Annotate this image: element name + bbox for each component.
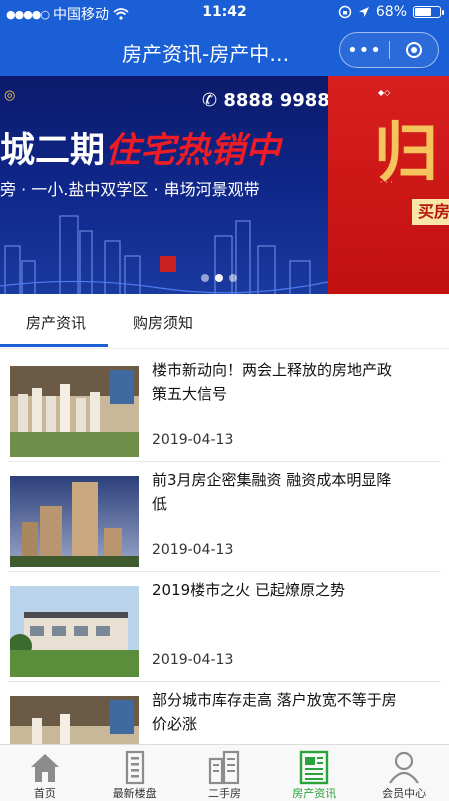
banner-slide[interactable]: ◎ ✆ 8888 9988 城二期住宅热销中 旁 · 一小.盐中双学区 · 串场… — [0, 76, 328, 294]
page-title: 房产资讯-房产中… — [122, 42, 290, 66]
active-tab-indicator — [0, 344, 108, 347]
banner-carousel[interactable]: ◎ ✆ 8888 9988 城二期住宅热销中 旁 · 一小.盐中双学区 · 串场… — [0, 76, 449, 294]
article-thumbnail — [10, 586, 139, 677]
tabbar-home[interactable]: 首页 — [0, 745, 90, 801]
user-icon — [389, 751, 419, 784]
tabbar-member-center[interactable]: 会员中心 — [359, 745, 449, 801]
building-icon — [125, 750, 144, 785]
banner-slide-next[interactable]: ◆◇ 归 · · · 买房 — [328, 76, 449, 294]
top-bar: ●●●●○ 中国移动 11:42 68% 房产资讯-房产中… ••• — [0, 0, 449, 76]
home-icon — [30, 754, 59, 782]
tabbar-label: 首页 — [33, 787, 56, 800]
list-item[interactable]: 前3月房企密集融资 融资成本明显降低 2019-04-13 — [8, 462, 441, 572]
tabbar-label: 最新楼盘 — [112, 787, 157, 800]
logo-mark: ◆◇ — [378, 88, 391, 97]
carousel-dot — [229, 274, 237, 282]
article-date: 2019-04-13 — [152, 652, 234, 668]
article-title: 前3月房企密集融资 融资成本明显降低 — [152, 471, 392, 513]
category-tabs: 房产资讯 购房须知 — [0, 294, 449, 349]
article-title: 楼市新动向！两会上释放的房地产政策五大信号 — [152, 361, 393, 403]
banner-corner-mark: ◎ — [4, 88, 16, 103]
list-item[interactable]: 部分城市库存走高 落户放宽不等于房价必涨 — [8, 682, 441, 744]
phone-icon: ✆ — [202, 90, 224, 111]
article-title: 部分城市库存走高 落户放宽不等于房价必涨 — [152, 691, 397, 733]
article-title: 2019楼市之火 已起燎原之势 — [152, 581, 345, 599]
carousel-indicator — [201, 274, 237, 282]
tabbar-label: 二手房 — [207, 787, 241, 800]
tabbar-label: 房产资讯 — [292, 787, 337, 800]
skyline-illustration — [0, 215, 328, 294]
article-date: 2019-04-13 — [152, 542, 234, 558]
rotation-lock-icon — [338, 5, 352, 19]
banner-phone: ✆ 8888 9988 — [202, 90, 328, 111]
carousel-dot — [215, 274, 223, 282]
tab-buying-guide[interactable]: 购房须知 — [133, 312, 193, 333]
mini-program-capsule: ••• — [339, 32, 439, 68]
list-item[interactable]: 楼市新动向！两会上释放的房地产政策五大信号 2019-04-13 — [8, 352, 441, 462]
tabbar-second-hand[interactable]: 二手房 — [180, 745, 270, 801]
close-circle-icon — [406, 42, 422, 58]
status-bar: ●●●●○ 中国移动 11:42 68% — [0, 0, 449, 26]
close-button[interactable] — [390, 33, 438, 67]
news-icon — [300, 750, 329, 785]
nav-bar: 房产资讯-房产中… ••• — [0, 26, 449, 76]
banner-headline: 城二期住宅热销中 — [0, 130, 281, 171]
tabbar-new-properties[interactable]: 最新楼盘 — [90, 745, 180, 801]
banner-subline: 旁 · 一小.盐中双学区 · 串场河景观带 — [0, 180, 260, 199]
more-button[interactable]: ••• — [340, 33, 389, 67]
tabbar-label: 会员中心 — [382, 787, 427, 800]
next-slide-tag: · · · — [380, 178, 393, 187]
article-list: 楼市新动向！两会上释放的房地产政策五大信号 2019-04-13 前3月房企密集… — [0, 352, 449, 744]
article-thumbnail — [10, 476, 139, 567]
next-slide-button-text: 买房 — [412, 199, 449, 225]
list-item[interactable]: 2019楼市之火 已起燎原之势 2019-04-13 — [8, 572, 441, 682]
apartment-icon — [209, 750, 240, 785]
article-thumbnail — [10, 366, 139, 457]
article-thumbnail — [10, 696, 139, 744]
tabbar-news[interactable]: 房产资讯 — [269, 745, 359, 801]
battery-percent: 68% — [375, 4, 407, 20]
article-date: 2019-04-13 — [152, 432, 234, 448]
location-icon — [358, 7, 369, 17]
carousel-dot — [201, 274, 209, 282]
tab-news[interactable]: 房产资讯 — [26, 312, 86, 333]
bottom-tab-bar: 首页 最新楼盘 二手房 房产资讯 会员中心 — [0, 744, 449, 801]
battery-icon — [413, 6, 444, 18]
